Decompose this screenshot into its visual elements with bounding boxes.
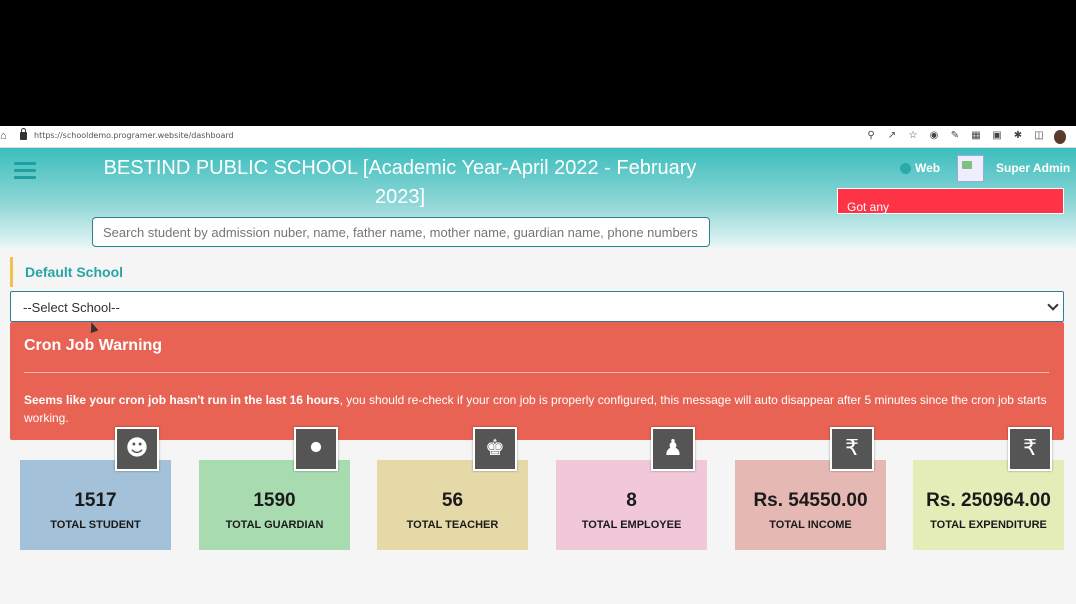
card-value: Rs. 54550.00 [753, 490, 868, 511]
user-avatar[interactable] [957, 155, 984, 182]
card-label: TOTAL EXPENDITURE [930, 519, 1047, 531]
hamburger-menu-icon[interactable] [14, 162, 36, 179]
web-link-label: Web [915, 161, 941, 175]
school-select[interactable]: --Select School-- [10, 291, 1064, 322]
share-icon[interactable]: ↗ [886, 129, 898, 143]
sidebar-icon[interactable]: ◫ [1033, 129, 1045, 143]
rupee-icon: ₹ [830, 427, 874, 471]
chat-toast[interactable]: Got any [837, 188, 1064, 214]
admin-name[interactable]: Super Admin [996, 161, 1070, 175]
child-icon: ☻ [115, 427, 159, 471]
total-income-card[interactable]: Rs. 54550.00 TOTAL INCOME [735, 460, 886, 550]
extension-icon[interactable]: ◉ [928, 129, 940, 143]
cron-warning-bold: Seems like your cron job hasn't run in t… [24, 393, 340, 407]
card-value: 1517 [74, 490, 117, 511]
total-guardian-card[interactable]: 1590 TOTAL GUARDIAN [199, 460, 350, 550]
web-link[interactable]: Web [900, 161, 940, 175]
app-header: BESTIND PUBLIC SCHOOL [Academic Year-Apr… [0, 148, 1076, 248]
card-value: 1590 [253, 490, 296, 511]
student-search-input[interactable] [92, 217, 710, 247]
browser-toolbar: ⌂ https://schooldemo.programer.website/d… [0, 126, 1076, 148]
total-employee-card[interactable]: 8 TOTAL EMPLOYEE [556, 460, 707, 550]
total-expenditure-card[interactable]: Rs. 250964.00 TOTAL EXPENDITURE [913, 460, 1064, 550]
card-label: TOTAL EMPLOYEE [581, 519, 682, 531]
total-student-card[interactable]: 1517 TOTAL STUDENT [20, 460, 171, 550]
cron-warning-title: Cron Job Warning [24, 337, 163, 354]
pen-icon[interactable]: ✎ [949, 129, 961, 143]
zoom-icon[interactable]: ⚲ [865, 129, 877, 143]
card-label: TOTAL GUARDIAN [225, 519, 324, 531]
cast-icon[interactable]: ▣ [991, 129, 1003, 143]
card-label: TOTAL STUDENT [50, 519, 141, 531]
user-icon: ⚫ [294, 427, 338, 471]
dashboard-page: BESTIND PUBLIC SCHOOL [Academic Year-Apr… [0, 148, 1076, 604]
card-label: TOTAL TEACHER [406, 519, 499, 531]
card-value: Rs. 250964.00 [926, 490, 1051, 511]
translate-icon[interactable]: ▦ [970, 129, 982, 143]
card-value: 8 [626, 490, 637, 511]
home-icon[interactable]: ⌂ [0, 130, 7, 142]
users-icon: ♚ [473, 427, 517, 471]
browser-tools: ⚲ ↗ ☆ ◉ ✎ ▦ ▣ ✱ ◫ [865, 129, 1066, 144]
bookmark-star-icon[interactable]: ☆ [907, 129, 919, 143]
divider [24, 372, 1049, 373]
globe-icon [900, 162, 911, 174]
rupee-icon: ₹ [1008, 427, 1052, 471]
total-teacher-card[interactable]: 56 TOTAL TEACHER [377, 460, 528, 550]
default-school-label: Default School [25, 264, 124, 280]
chevron-down-icon [1047, 299, 1059, 311]
lock-icon [20, 128, 27, 140]
school-select-value: --Select School-- [23, 300, 120, 315]
profile-avatar-icon[interactable] [1054, 130, 1066, 144]
card-value: 56 [441, 490, 464, 511]
default-school-header: Default School [10, 257, 1063, 287]
card-label: TOTAL INCOME [769, 519, 852, 531]
school-title: BESTIND PUBLIC SCHOOL [Academic Year-Apr… [103, 157, 697, 208]
cron-warning-message: Seems like your cron job hasn't run in t… [24, 391, 1049, 427]
cron-warning-box: Cron Job Warning Seems like your cron jo… [10, 322, 1064, 440]
puzzle-icon[interactable]: ✱ [1012, 129, 1024, 143]
address-bar-url[interactable]: https://schooldemo.programer.website/das… [34, 131, 234, 140]
male-icon: ♟ [651, 427, 695, 471]
